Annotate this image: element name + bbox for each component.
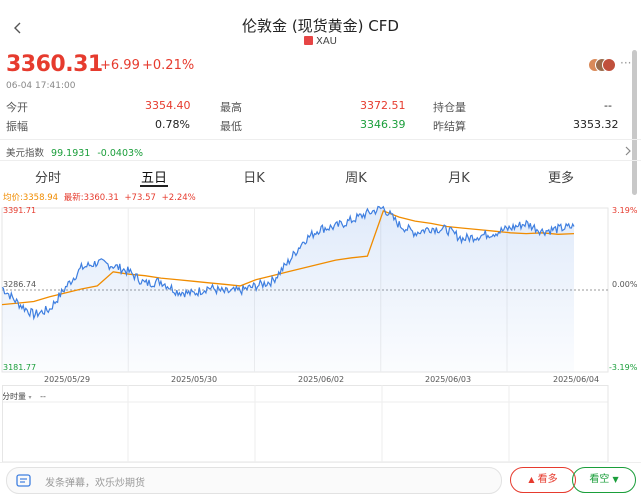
dollar-index-value: 99.1931 <box>51 148 91 159</box>
scrollbar[interactable] <box>632 50 637 195</box>
low-value: 3346.39 <box>360 118 406 131</box>
comment-input[interactable]: 发条弹幕，欢乐炒期货 <box>6 467 502 494</box>
tab-weekly-k[interactable]: 周K <box>338 167 374 186</box>
comment-placeholder: 发条弹幕，欢乐炒期货 <box>45 478 145 489</box>
tab-more[interactable]: 更多 <box>543 167 579 186</box>
bullish-button[interactable]: ▲ 看多 <box>510 467 576 493</box>
pct-axis-mid-label: 0.00% <box>612 280 638 289</box>
amplitude-value: 0.78% <box>155 118 190 131</box>
y-axis-top-label: 3391.71 <box>3 206 37 215</box>
flag-icon <box>303 36 313 45</box>
open-label: 今开 <box>6 101 28 114</box>
x-axis-date-label: 2025/05/30 <box>171 375 218 384</box>
tab-monthly-k[interactable]: 月K <box>441 167 477 186</box>
open-value: 3354.40 <box>145 99 191 112</box>
x-axis-date-label: 2025/06/02 <box>298 375 345 384</box>
tab-five-day[interactable]: 五日 <box>136 167 172 186</box>
divider <box>0 160 641 161</box>
page-title: 伦敦金 (现货黄金) CFD <box>242 17 399 35</box>
amplitude-label: 振幅 <box>6 120 28 133</box>
pct-axis-top-label: 3.19% <box>612 206 638 215</box>
pct-axis-bottom-label: -3.19% <box>609 363 638 372</box>
open-interest-label: 持仓量 <box>433 101 466 114</box>
prev-settle-label: 昨结算 <box>433 120 466 133</box>
symbol-code: XAU <box>315 36 337 47</box>
page-subtitle: XAU <box>0 36 641 47</box>
price-change: +6.99 <box>100 58 140 73</box>
x-axis-date-label: 2025/06/03 <box>425 375 472 384</box>
y-axis-bottom-label: 3181.77 <box>3 363 37 372</box>
chevron-right-icon[interactable] <box>624 146 632 156</box>
divider <box>0 462 641 463</box>
bearish-label: 看空 <box>589 474 610 485</box>
low-label: 最低 <box>220 120 242 133</box>
avatar-group[interactable] <box>588 58 616 72</box>
bearish-button[interactable]: 看空 ▼ <box>572 467 636 493</box>
divider <box>0 139 641 140</box>
header-bar: 伦敦金 (现货黄金) CFD XAU <box>0 0 641 50</box>
more-icon[interactable]: ··· <box>620 56 631 70</box>
quote-time: 06-04 17:41:00 <box>6 81 76 91</box>
avatar <box>602 58 616 72</box>
dollar-index-row[interactable]: 美元指数 99.1931 -0.0403% <box>6 145 143 159</box>
active-tab-indicator <box>140 185 168 187</box>
y-axis-mid-label: 3286.74 <box>3 280 37 289</box>
price-area <box>2 206 574 372</box>
last-price: 3360.31 <box>6 52 103 77</box>
high-value: 3372.51 <box>360 99 406 112</box>
tab-daily-k[interactable]: 日K <box>236 167 272 186</box>
price-change-pct: +0.21% <box>142 58 195 73</box>
tab-minute[interactable]: 分时 <box>30 167 66 186</box>
high-label: 最高 <box>220 101 242 114</box>
prev-settle-value: 3353.32 <box>573 118 619 131</box>
arrow-down-icon: ▼ <box>612 475 619 484</box>
price-chart[interactable] <box>0 200 641 390</box>
dollar-index-change: -0.0403% <box>97 148 144 159</box>
dollar-index-label: 美元指数 <box>6 148 45 159</box>
volume-panel <box>2 385 609 463</box>
danmaku-icon <box>16 474 31 487</box>
x-axis-date-label: 2025/06/04 <box>553 375 600 384</box>
arrow-up-icon: ▲ <box>528 475 535 484</box>
bullish-label: 看多 <box>537 474 558 485</box>
open-interest-value: -- <box>604 99 612 112</box>
x-axis-date-label: 2025/05/29 <box>44 375 91 384</box>
chart-period-tabs: 分时 五日 日K 周K 月K 更多 <box>0 162 630 188</box>
